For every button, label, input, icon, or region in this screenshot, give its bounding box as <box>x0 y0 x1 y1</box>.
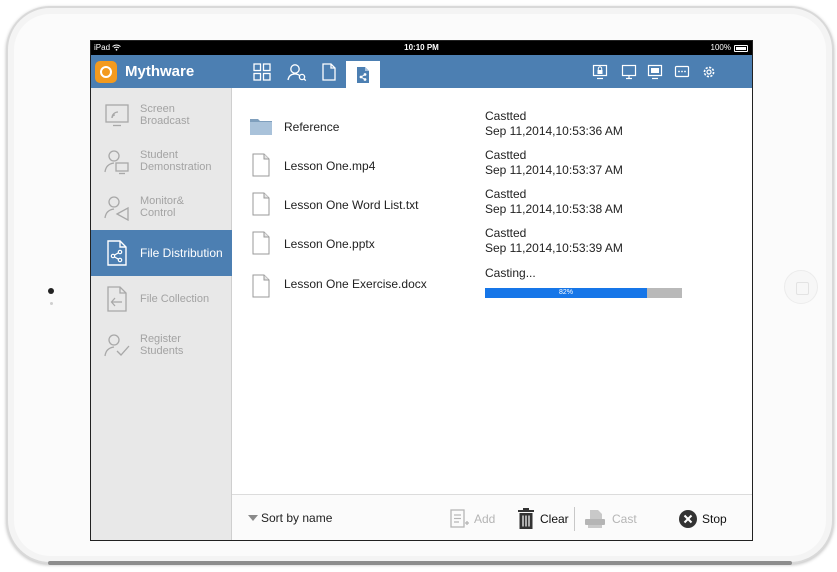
file-icon <box>252 231 270 255</box>
cast-button[interactable]: Cast <box>584 506 637 532</box>
device-rim <box>48 561 792 565</box>
file-icon <box>252 274 270 298</box>
sidebar: Screen Broadcast Student Demonstration Mon… <box>91 88 232 540</box>
list-item-lesson-one-pptx[interactable]: Lesson One.pptx Castted Sep 11,2014,10:53… <box>249 225 729 265</box>
list-item-lesson-one-exercise[interactable]: Lesson One Exercise.docx Casting... 82% <box>249 266 729 308</box>
screen-lock-icon <box>592 64 608 79</box>
clock: 10:10 PM <box>404 43 439 52</box>
add-button[interactable]: Add <box>448 506 495 532</box>
app-screen: iPad 10:10 PM 100% Mythware Screen Broad… <box>90 40 753 541</box>
file-name: Lesson One Word List.txt <box>284 198 419 212</box>
brand: Mythware <box>95 59 194 84</box>
file-share-icon <box>357 66 369 83</box>
sidebar-item-label: Monitor& Control <box>140 195 185 219</box>
home-button[interactable] <box>784 270 818 304</box>
stop-label: Stop <box>702 512 727 526</box>
battery-status: 100% <box>711 41 748 55</box>
file-icon <box>252 192 270 216</box>
trash-icon <box>518 508 534 529</box>
monitor-icon <box>621 64 637 79</box>
grid-icon <box>253 62 271 81</box>
document-icon <box>322 62 336 81</box>
list-item-reference[interactable]: Reference Castted Sep 11,2014,10:53:36 AM <box>249 108 729 148</box>
status-bar: iPad 10:10 PM 100% <box>91 41 752 55</box>
message-button[interactable] <box>671 55 693 88</box>
battery-percent: 100% <box>710 43 731 52</box>
toolbar-divider <box>574 507 575 531</box>
file-name: Lesson One Exercise.docx <box>284 277 427 291</box>
sidebar-item-student-demonstration[interactable]: Student Demonstration <box>91 138 232 184</box>
sidebar-item-label: File Distribution <box>140 246 223 260</box>
clear-label: Clear <box>540 512 569 526</box>
list-item-lesson-one-mp4[interactable]: Lesson One.mp4 Castted Sep 11,2014,10:53:… <box>249 147 729 187</box>
top-bar: Mythware <box>91 55 752 88</box>
progress-label: 82% <box>558 289 573 296</box>
user-search-icon <box>287 63 307 81</box>
broadcast-button[interactable] <box>644 55 666 88</box>
screen-broadcast-icon <box>105 104 129 127</box>
cast-label: Cast <box>612 512 637 526</box>
sidebar-item-file-distribution[interactable]: File Distribution <box>91 230 232 276</box>
file-distribution-icon <box>107 240 127 266</box>
screen-lock-button[interactable] <box>589 55 611 88</box>
sidebar-item-label: Register Students <box>140 333 184 357</box>
screen-broadcast-icon <box>647 64 663 79</box>
sort-dropdown[interactable]: Sort by name <box>248 511 332 525</box>
tab-grid[interactable] <box>245 55 279 88</box>
file-status: Castted Sep 11,2014,10:53:38 AM <box>485 187 623 216</box>
gear-icon <box>703 66 715 77</box>
file-status: Castted Sep 11,2014,10:53:36 AM <box>485 109 623 138</box>
sort-label: Sort by name <box>261 511 333 525</box>
cast-icon <box>585 510 605 528</box>
tab-users[interactable] <box>280 55 314 88</box>
tab-file-distribution[interactable] <box>346 61 380 88</box>
sidebar-item-label: Screen Broadcast <box>140 103 190 127</box>
add-file-icon <box>450 509 469 528</box>
tab-documents[interactable] <box>312 55 346 88</box>
file-name: Lesson One.pptx <box>284 237 375 251</box>
app-title: Mythware <box>125 63 195 80</box>
file-collection-icon <box>107 286 127 312</box>
add-label: Add <box>474 512 496 526</box>
sidebar-item-register-students[interactable]: Register Students <box>91 322 232 368</box>
file-status: Casting... <box>485 266 536 280</box>
sidebar-item-monitor-control[interactable]: Monitor& Control <box>91 184 232 230</box>
list-item-lesson-one-word-list[interactable]: Lesson One Word List.txt Castted Sep 11,2… <box>249 186 729 226</box>
monitor-button[interactable] <box>618 55 640 88</box>
clear-button[interactable]: Clear <box>516 506 569 532</box>
message-icon <box>674 65 690 77</box>
sidebar-item-label: File Collection <box>140 293 210 305</box>
sidebar-item-screen-broadcast[interactable]: Screen Broadcast <box>91 92 232 138</box>
file-status: Castted Sep 11,2014,10:53:39 AM <box>485 226 623 255</box>
folder-icon <box>250 119 272 135</box>
cast-progress-bar: 82% <box>485 288 682 298</box>
file-name: Lesson One.mp4 <box>284 159 376 173</box>
file-name: Reference <box>284 120 340 134</box>
battery-icon <box>734 44 748 52</box>
file-icon <box>252 153 270 177</box>
settings-button[interactable] <box>698 55 720 88</box>
register-students-icon <box>104 334 130 357</box>
sensor-dot <box>50 302 53 305</box>
stop-button[interactable]: Stop <box>678 506 727 532</box>
monitor-control-icon <box>104 196 129 221</box>
mythware-logo-icon <box>95 60 117 83</box>
file-status: Castted Sep 11,2014,10:53:37 AM <box>485 148 623 177</box>
bottom-toolbar: Sort by name Add Clear Cast Stop <box>232 494 752 540</box>
student-demo-icon <box>104 150 129 175</box>
stop-icon <box>679 510 697 528</box>
sidebar-item-file-collection[interactable]: File Collection <box>91 276 232 322</box>
caret-down-icon <box>248 515 258 521</box>
camera-icon <box>48 288 54 294</box>
sidebar-item-label: Student Demonstration <box>140 149 212 173</box>
